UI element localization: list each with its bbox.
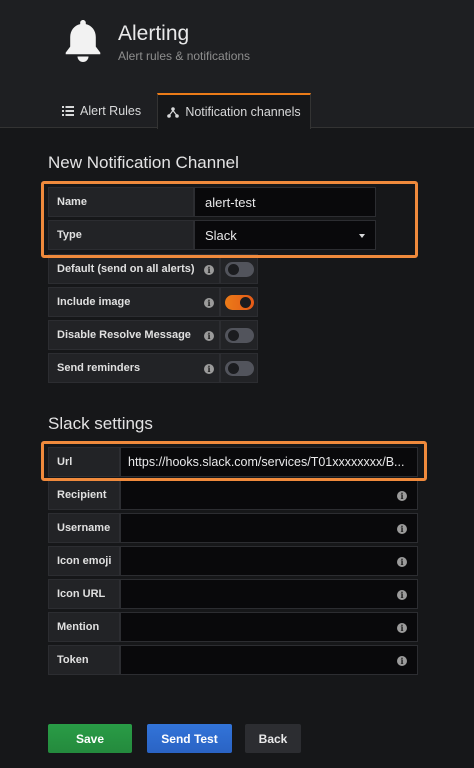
toggle-label: Disable Resolve Message i [48, 320, 220, 350]
toggle-row-send-reminders: Send reminders i [48, 353, 258, 383]
mention-input[interactable]: i [120, 612, 418, 642]
type-row: Type Slack [48, 220, 376, 250]
url-label: Url [48, 447, 120, 477]
tab-alert-rules[interactable]: Alert Rules [62, 94, 141, 128]
page-title: Alerting [118, 22, 190, 45]
disable-resolve-switch-cell [220, 320, 258, 350]
send-reminders-switch-cell [220, 353, 258, 383]
toggle-label: Send reminders i [48, 353, 220, 383]
type-label: Type [48, 220, 194, 250]
recipient-row: Recipient i [48, 480, 418, 510]
info-icon[interactable]: i [204, 331, 214, 341]
toggle-label: Include image i [48, 287, 220, 317]
default-switch-cell [220, 254, 258, 284]
section-title-channel: New Notification Channel [48, 153, 239, 172]
username-input[interactable]: i [120, 513, 418, 543]
type-select[interactable]: Slack [194, 220, 376, 250]
name-input[interactable]: alert-test [194, 187, 376, 217]
section-title-slack: Slack settings [48, 414, 153, 433]
recipient-input[interactable]: i [120, 480, 418, 510]
page-subtitle: Alert rules & notifications [118, 49, 251, 63]
info-icon[interactable]: i [397, 656, 407, 666]
toggle-label: Default (send on all alerts) i [48, 254, 220, 284]
list-icon [62, 106, 74, 116]
icon-url-input[interactable]: i [120, 579, 418, 609]
info-icon[interactable]: i [397, 623, 407, 633]
toggle-row-disable-resolve: Disable Resolve Message i [48, 320, 258, 350]
mention-label: Mention [48, 612, 120, 642]
token-label: Token [48, 645, 120, 675]
mention-row: Mention i [48, 612, 418, 642]
include-image-toggle[interactable] [224, 294, 254, 310]
default-toggle[interactable] [224, 261, 254, 277]
username-label: Username [48, 513, 120, 543]
send-reminders-toggle[interactable] [224, 360, 254, 376]
info-icon[interactable]: i [397, 524, 407, 534]
name-row: Name alert-test [48, 187, 376, 217]
token-row: Token i [48, 645, 418, 675]
icon-url-row: Icon URL i [48, 579, 418, 609]
caret-down-icon [359, 234, 365, 238]
send-test-button[interactable]: Send Test [147, 724, 232, 753]
url-input[interactable]: https://hooks.slack.com/services/T01xxxx… [120, 447, 418, 477]
tab-label: Alert Rules [80, 104, 142, 118]
icon-emoji-row: Icon emoji i [48, 546, 418, 576]
info-icon[interactable]: i [204, 265, 214, 275]
info-icon[interactable]: i [204, 364, 214, 374]
info-icon[interactable]: i [204, 298, 214, 308]
toggle-row-default: Default (send on all alerts) i [48, 254, 258, 284]
recipient-label: Recipient [48, 480, 120, 510]
username-row: Username i [48, 513, 418, 543]
info-icon[interactable]: i [397, 491, 407, 501]
tab-notification-channels[interactable]: Notification channels [157, 93, 311, 129]
sitemap-icon [167, 106, 180, 118]
tab-label: Notification channels [185, 105, 301, 119]
include-image-switch-cell [220, 287, 258, 317]
page-header: Alerting Alert rules & notifications Ale… [0, 0, 474, 129]
icon-emoji-label: Icon emoji [48, 546, 120, 576]
icon-emoji-input[interactable]: i [120, 546, 418, 576]
token-input[interactable]: i [120, 645, 418, 675]
type-select-value: Slack [205, 227, 237, 243]
disable-resolve-toggle[interactable] [224, 327, 254, 343]
name-label: Name [48, 187, 194, 217]
toggle-row-include-image: Include image i [48, 287, 258, 317]
info-icon[interactable]: i [397, 590, 407, 600]
bell-icon [65, 20, 101, 62]
info-icon[interactable]: i [397, 557, 407, 567]
back-button[interactable]: Back [245, 724, 301, 753]
url-row: Url https://hooks.slack.com/services/T01… [48, 447, 418, 477]
icon-url-label: Icon URL [48, 579, 120, 609]
save-button[interactable]: Save [48, 724, 132, 753]
